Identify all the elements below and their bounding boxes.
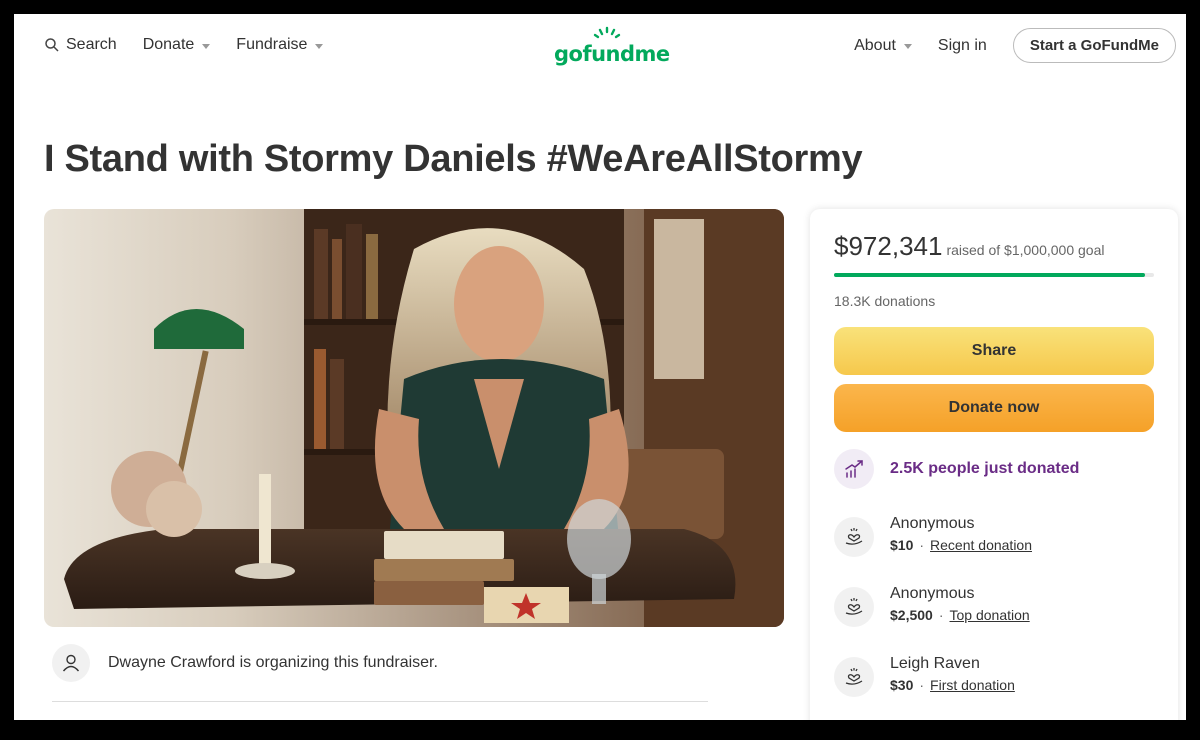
page-frame: Search Donate Fundraise gofundme About S… [14, 14, 1186, 720]
avatar [52, 644, 90, 682]
top-nav: Search Donate Fundraise gofundme About S… [14, 14, 1186, 80]
organizer-text: Dwayne Crawford is organizing this fundr… [108, 654, 438, 671]
donation-tag-link[interactable]: First donation [930, 677, 1015, 693]
fundraise-menu-label: Fundraise [236, 36, 308, 53]
nav-right: About Sign in Start a GoFundMe [854, 28, 1176, 63]
search-label: Search [66, 36, 117, 53]
chevron-down-icon [202, 43, 211, 49]
logo-text: gofundme [554, 42, 670, 66]
search-icon [45, 38, 59, 52]
separator-dot: · [938, 607, 944, 623]
separator-dot: · [919, 537, 925, 553]
heart-hand-icon [834, 587, 874, 627]
donation-item: Leigh Raven $30 · First donation [834, 655, 1015, 697]
fundraise-menu[interactable]: Fundraise [236, 36, 324, 54]
nav-left: Search Donate Fundraise [44, 36, 324, 54]
sign-in-label: Sign in [937, 36, 987, 54]
raised-summary: $972,341 raised of $1,000,000 goal [834, 231, 1104, 262]
progress-fill [834, 273, 1146, 277]
raised-amount: $972,341 [834, 231, 943, 261]
separator-dot: · [919, 677, 925, 693]
donate-menu-label: Donate [142, 36, 195, 53]
donation-meta: $2,500 · Top donation [890, 607, 1030, 623]
sign-in-link[interactable]: Sign in [938, 37, 987, 55]
sun-icon [593, 26, 621, 39]
campaign-photo [44, 209, 784, 627]
progress-bar [834, 273, 1154, 277]
donation-amount: $10 [890, 537, 914, 553]
chevron-down-icon [315, 43, 324, 49]
donate-now-button[interactable]: Donate now [834, 384, 1154, 432]
donation-amount: $2,500 [890, 607, 933, 623]
donation-meta: $30 · First donation [890, 677, 1015, 693]
share-button[interactable]: Share [834, 327, 1154, 375]
page-title: I Stand with Stormy Daniels #WeAreAllSto… [44, 138, 863, 180]
donor-name: Anonymous [890, 515, 975, 532]
campaign-photo-art [44, 209, 784, 627]
organizer-row: Dwayne Crawford is organizing this fundr… [52, 644, 438, 682]
start-gofundme-button[interactable]: Start a GoFundMe [1012, 28, 1176, 63]
about-menu-label: About [854, 36, 896, 54]
donation-item: Anonymous $2,500 · Top donation [834, 585, 1030, 627]
trending-text: 2.5K people just donated [890, 460, 1080, 477]
trending-up-icon [834, 449, 874, 489]
chevron-down-icon [903, 44, 912, 49]
donation-item: Anonymous $10 · Recent donation [834, 515, 1032, 557]
gofundme-logo[interactable]: gofundme [554, 26, 670, 66]
donation-tag-link[interactable]: Recent donation [930, 537, 1032, 553]
donor-name: Anonymous [890, 585, 975, 602]
heart-hand-icon [834, 657, 874, 697]
donations-count: 18.3K donations [834, 293, 936, 309]
user-icon [62, 654, 80, 672]
trending-banner: 2.5K people just donated [834, 449, 1079, 489]
search-link[interactable]: Search [44, 36, 117, 54]
divider [52, 701, 708, 702]
raised-goal: raised of $1,000,000 goal [946, 242, 1105, 258]
donation-amount: $30 [890, 677, 914, 693]
about-menu[interactable]: About [854, 37, 912, 55]
heart-hand-icon [834, 517, 874, 557]
donate-menu[interactable]: Donate [143, 36, 211, 54]
donor-name: Leigh Raven [890, 655, 980, 672]
donation-card: $972,341 raised of $1,000,000 goal 18.3K… [810, 209, 1178, 720]
donation-meta: $10 · Recent donation [890, 537, 1032, 553]
donation-tag-link[interactable]: Top donation [950, 607, 1030, 623]
